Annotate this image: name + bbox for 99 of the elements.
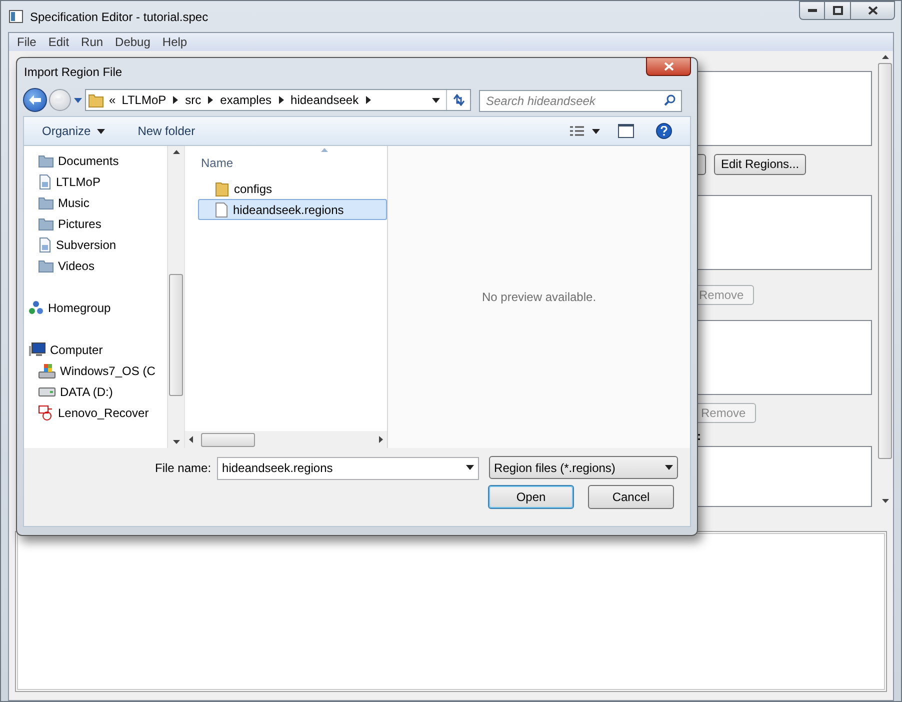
folder-icon <box>38 216 54 230</box>
drive-icon <box>38 386 56 396</box>
address-bar[interactable]: « LTLMoP src examples hideandseek <box>85 89 471 111</box>
caret-icon <box>96 128 105 134</box>
column-header[interactable]: Name <box>201 154 234 172</box>
chevron-icon <box>173 96 178 104</box>
nav-item[interactable]: Windows7_OS (C <box>60 362 156 380</box>
text-area[interactable] <box>696 71 872 146</box>
remove-button: Remove <box>696 402 756 422</box>
file-name-field[interactable]: hideandseek.regions <box>217 456 480 480</box>
restore-icon <box>832 6 842 15</box>
nav-item[interactable]: Music <box>58 194 90 212</box>
close-icon <box>868 6 878 15</box>
new-folder-button[interactable]: New folder <box>138 122 196 140</box>
help-icon <box>660 126 668 136</box>
nav-item[interactable]: Documents <box>58 152 119 170</box>
file-name-label: File name: <box>155 460 212 476</box>
nav-item[interactable]: Pictures <box>58 214 102 232</box>
preview-message: No preview available. <box>482 289 596 306</box>
computer-icon <box>28 342 46 358</box>
back-button[interactable] <box>23 88 47 112</box>
caret-icon <box>432 98 440 102</box>
history-caret-icon <box>74 98 82 102</box>
text-area[interactable] <box>696 320 872 395</box>
nav-item[interactable]: Homegroup <box>48 298 111 316</box>
edit-regions-button[interactable]: Edit Regions... <box>714 154 806 174</box>
folder-entry[interactable]: configs <box>198 178 387 199</box>
vertical-scrollbar[interactable] <box>167 146 184 448</box>
close-button[interactable] <box>851 1 895 20</box>
caret-icon <box>592 128 600 134</box>
horizontal-scrollbar[interactable] <box>185 431 387 448</box>
search-field[interactable]: Search hideandseek <box>479 90 682 112</box>
document-icon <box>38 236 52 252</box>
file-type-dropdown[interactable]: Region files (*.regions) <box>489 456 678 479</box>
text-area[interactable] <box>696 446 872 507</box>
back-arrow-icon <box>29 95 41 105</box>
drive-icon <box>38 362 56 378</box>
close-icon <box>664 62 674 71</box>
help-button[interactable] <box>656 123 672 139</box>
overflow-chevron[interactable]: « <box>109 91 116 109</box>
chevron-icon <box>208 96 214 104</box>
network-group-icon <box>28 300 44 316</box>
document-icon <box>38 174 52 190</box>
nav-item[interactable]: Videos <box>58 256 94 274</box>
preview-pane-button[interactable] <box>618 124 634 138</box>
breadcrumb-item[interactable]: src <box>185 91 202 109</box>
scroll-up-icon <box>882 55 888 59</box>
scroll-down-icon <box>172 440 180 444</box>
folder-icon <box>88 92 104 108</box>
document-entry[interactable]: hideandseek.regions <box>198 199 387 220</box>
menu-item[interactable]: Help <box>156 33 194 51</box>
maximize-button[interactable] <box>825 1 851 20</box>
search-icon <box>664 94 676 106</box>
minimize-icon <box>808 9 816 12</box>
breadcrumb-item[interactable]: hideandseek <box>290 91 359 109</box>
pane-icon <box>618 124 634 138</box>
scroll-thumb[interactable] <box>201 432 255 446</box>
folder-icon <box>215 180 229 196</box>
view-options-button[interactable] <box>570 126 600 136</box>
scroll-down-icon <box>882 499 888 503</box>
dialog-title: Import Region File <box>23 64 122 81</box>
menu-item[interactable]: Debug <box>109 33 156 51</box>
close-button[interactable] <box>646 57 691 76</box>
breadcrumb-item[interactable]: examples <box>220 91 272 109</box>
nav-item[interactable]: Computer <box>50 340 103 358</box>
scroll-right-icon <box>379 436 383 443</box>
folder-icon <box>38 154 54 168</box>
menu-item[interactable]: Run <box>75 33 110 51</box>
caret-icon <box>466 465 474 470</box>
dialog-button[interactable]: Open <box>488 485 574 509</box>
organize-button[interactable]: Organize <box>42 122 105 140</box>
window-title: Specification Editor - tutorial.spec <box>30 8 208 26</box>
menu-item[interactable]: Edit <box>42 33 76 51</box>
refresh-icon <box>452 94 466 106</box>
chevron-icon <box>366 96 371 104</box>
folder-icon <box>38 258 54 272</box>
forward-arrow-icon <box>55 96 65 104</box>
scroll-up-icon <box>172 150 180 154</box>
scroll-thumb[interactable] <box>169 274 183 396</box>
app-icon <box>9 10 23 23</box>
folder-icon <box>38 196 54 210</box>
document-icon <box>215 202 228 218</box>
sort-arrow-icon <box>321 148 328 152</box>
drive-icon <box>38 404 54 420</box>
dialog-button[interactable]: Cancel <box>588 485 674 509</box>
view-list-icon <box>570 126 584 136</box>
scroll-left-icon <box>189 436 193 443</box>
nav-item[interactable]: DATA (D:) <box>60 382 113 400</box>
breadcrumb-item[interactable]: LTLMoP <box>122 91 166 109</box>
scroll-thumb[interactable] <box>878 63 892 459</box>
minimize-button[interactable] <box>799 1 825 20</box>
field-label: : <box>696 430 702 444</box>
nav-item[interactable]: Subversion <box>56 236 116 254</box>
chevron-icon <box>278 96 284 104</box>
caret-icon <box>665 465 674 470</box>
nav-item[interactable]: LTLMoP <box>56 172 100 190</box>
text-area[interactable] <box>696 195 872 270</box>
nav-item[interactable]: Lenovo_Recover <box>58 404 149 422</box>
menu-item[interactable]: File <box>11 33 42 51</box>
